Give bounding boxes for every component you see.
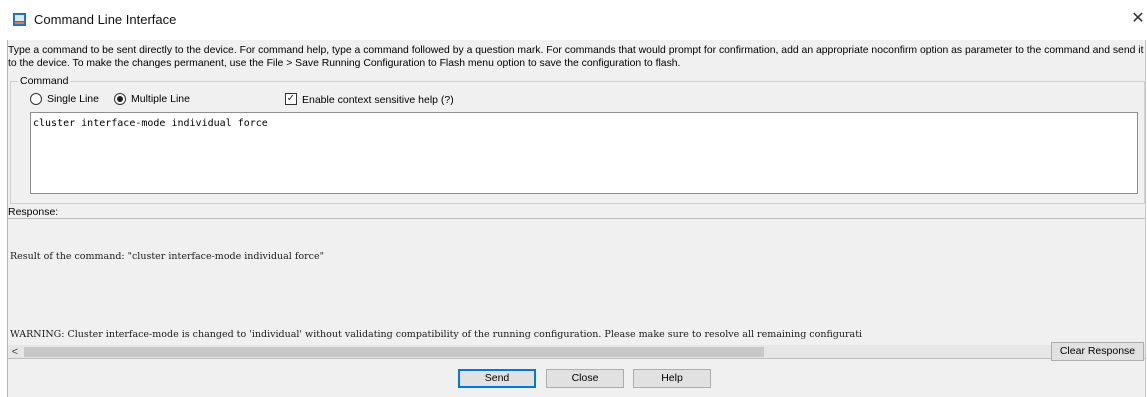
mode-radio-row: Single Line Multiple Line ✓ Enable conte… (30, 91, 630, 107)
single-line-label[interactable]: Single Line (47, 93, 99, 105)
send-button[interactable]: Send (458, 369, 536, 388)
help-button[interactable]: Help (633, 369, 711, 388)
response-text: Result of the command: "cluster interfac… (10, 224, 1145, 358)
command-input[interactable]: cluster interface-mode individual force (30, 112, 1138, 194)
horizontal-scrollbar[interactable]: < > (8, 345, 1145, 358)
close-window-icon[interactable]: ✕ (1129, 10, 1147, 28)
single-line-radio[interactable] (30, 93, 42, 105)
multiple-line-radio[interactable] (114, 93, 126, 105)
multiple-line-label[interactable]: Multiple Line (131, 93, 190, 105)
context-help-checkbox[interactable]: ✓ (285, 93, 297, 105)
response-label: Response: (8, 206, 59, 218)
clear-response-button[interactable]: Clear Response (1051, 342, 1144, 361)
scroll-left-icon[interactable]: < (8, 345, 22, 358)
right-border (1145, 40, 1146, 397)
command-group-label: Command (18, 75, 71, 87)
instructions-text: Type a command to be sent directly to th… (8, 45, 1144, 69)
dialog-panel: Type a command to be sent directly to th… (8, 40, 1145, 397)
title-bar: Command Line Interface ✕ (0, 0, 1147, 40)
app-icon (13, 13, 26, 26)
response-line: Result of the command: "cluster interfac… (10, 251, 324, 262)
close-button[interactable]: Close (546, 369, 624, 388)
context-help-label[interactable]: Enable context sensitive help (?) (302, 94, 454, 106)
window-title: Command Line Interface (34, 12, 177, 27)
response-output[interactable]: Result of the command: "cluster interfac… (8, 218, 1145, 359)
scrollbar-thumb[interactable] (24, 347, 764, 357)
response-line: WARNING: Cluster interface-mode is chang… (10, 329, 863, 340)
response-line (10, 289, 1145, 302)
